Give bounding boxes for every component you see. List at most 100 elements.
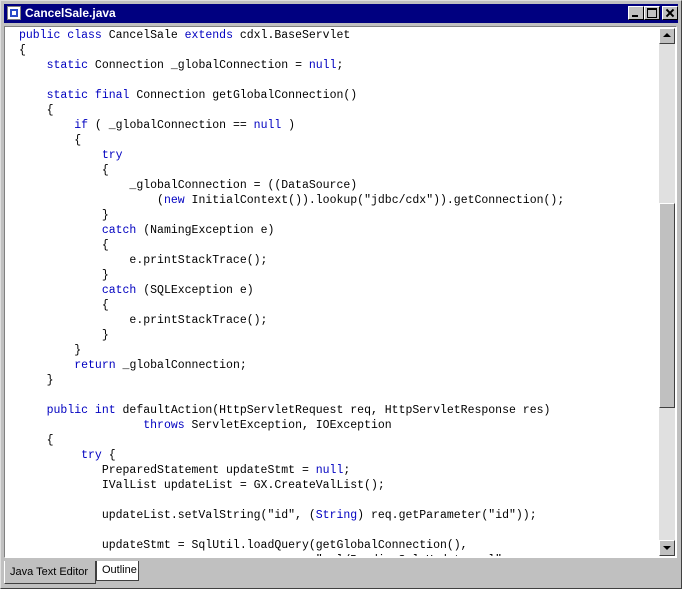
code-keyword: catch — [101, 284, 137, 297]
code-area[interactable]: public class CancelSale extends cdxl.Bas… — [19, 28, 655, 556]
code-token: ) — [281, 119, 296, 132]
window-title: CancelSale.java — [25, 6, 116, 20]
code-token: } — [19, 209, 109, 222]
code-token: { — [19, 44, 26, 57]
code-token: (NamingException e) — [136, 224, 275, 237]
arrow-down-icon[interactable] — [659, 540, 675, 556]
code-token: ServletException, IOException — [184, 419, 392, 432]
code-token: "sql/PendingSaleUpdate.sql", — [19, 554, 509, 556]
close-button[interactable] — [662, 6, 678, 20]
code-token: } — [19, 374, 54, 387]
code-line: try { — [19, 448, 655, 463]
code-token: updateStmt = SqlUtil.loadQuery(getGlobal… — [19, 539, 468, 552]
code-line: _globalConnection = ((DataSource) — [19, 178, 655, 193]
code-line: throws ServletException, IOException — [19, 418, 655, 433]
code-token: { — [19, 434, 54, 447]
code-token: ; — [343, 464, 351, 477]
maximize-button[interactable] — [644, 6, 660, 20]
code-keyword: static final — [46, 89, 130, 102]
tab-label: Java Text Editor — [10, 566, 89, 578]
code-keyword: String — [315, 509, 358, 522]
code-keyword: null — [253, 119, 282, 132]
code-keyword: try — [101, 149, 123, 162]
arrow-up-icon[interactable] — [659, 28, 675, 44]
code-line: { — [19, 298, 655, 313]
code-token: IValList updateList = GX.CreateValList()… — [19, 479, 385, 492]
code-token: e.printStackTrace(); — [19, 254, 268, 267]
code-line: } — [19, 373, 655, 388]
code-token: ( _globalConnection == — [88, 119, 254, 132]
code-keyword: null — [315, 464, 344, 477]
code-editor[interactable]: public class CancelSale extends cdxl.Bas… — [4, 26, 677, 558]
code-token: Connection _globalConnection = — [88, 59, 309, 72]
code-line: (new InitialContext()).lookup("jdbc/cdx"… — [19, 193, 655, 208]
code-line: } — [19, 343, 655, 358]
code-token: defaultAction(HttpServletRequest req, Ht… — [115, 404, 551, 417]
code-line: public int defaultAction(HttpServletRequ… — [19, 403, 655, 418]
code-line: updateList.setValString("id", (String) r… — [19, 508, 655, 523]
code-token: { — [19, 299, 109, 312]
code-token: ) req.getParameter("id")); — [357, 509, 537, 522]
code-line: catch (SQLException e) — [19, 283, 655, 298]
code-line: catch (NamingException e) — [19, 223, 655, 238]
java-file-icon — [7, 6, 21, 20]
code-keyword: try — [81, 449, 102, 462]
code-token: InitialContext()).lookup("jdbc/cdx")).ge… — [184, 194, 565, 207]
code-token: } — [19, 269, 109, 282]
code-line: { — [19, 133, 655, 148]
title-bar[interactable]: CancelSale.java — [4, 4, 678, 23]
code-line: { — [19, 433, 655, 448]
code-line: try — [19, 148, 655, 163]
code-token: cdxl.BaseServlet — [232, 29, 351, 42]
code-token: { — [19, 134, 82, 147]
minimize-button[interactable] — [628, 6, 644, 20]
code-token: e.printStackTrace(); — [19, 314, 268, 327]
tab-outline[interactable]: Outline — [96, 561, 139, 581]
code-token: PreparedStatement updateStmt = — [19, 464, 316, 477]
code-line: } — [19, 208, 655, 223]
code-token: _globalConnection = ((DataSource) — [19, 179, 358, 192]
code-line: return _globalConnection; — [19, 358, 655, 373]
code-line: { — [19, 43, 655, 58]
code-token: { — [19, 104, 54, 117]
code-line: static Connection _globalConnection = nu… — [19, 58, 655, 73]
code-line: e.printStackTrace(); — [19, 313, 655, 328]
code-keyword: new — [163, 194, 185, 207]
code-keyword: catch — [101, 224, 137, 237]
code-line: } — [19, 328, 655, 343]
code-token: { — [19, 239, 109, 252]
code-keyword: throws — [143, 419, 185, 432]
code-token: _globalConnection; — [115, 359, 247, 372]
code-token: { — [19, 164, 109, 177]
editor-window: CancelSale.java public class CancelSale … — [0, 0, 682, 589]
code-keyword: public int — [46, 404, 116, 417]
vertical-scrollbar[interactable] — [659, 28, 675, 556]
code-token: { — [101, 449, 116, 462]
scrollbar-thumb[interactable] — [659, 203, 675, 408]
code-line: } — [19, 268, 655, 283]
code-line: { — [19, 163, 655, 178]
code-line: public class CancelSale extends cdxl.Bas… — [19, 28, 655, 43]
code-line: static final Connection getGlobalConnect… — [19, 88, 655, 103]
code-token: CancelSale — [101, 29, 185, 42]
tab-label: Outline — [102, 564, 137, 576]
code-keyword: if — [74, 119, 89, 132]
code-token: ; — [336, 59, 344, 72]
code-token: ( — [19, 194, 164, 207]
code-line: "sql/PendingSaleUpdate.sql", — [19, 553, 655, 556]
tab-java-text-editor[interactable]: Java Text Editor — [4, 561, 96, 584]
code-line: { — [19, 238, 655, 253]
code-token: } — [19, 329, 109, 342]
code-line: IValList updateList = GX.CreateValList()… — [19, 478, 655, 493]
